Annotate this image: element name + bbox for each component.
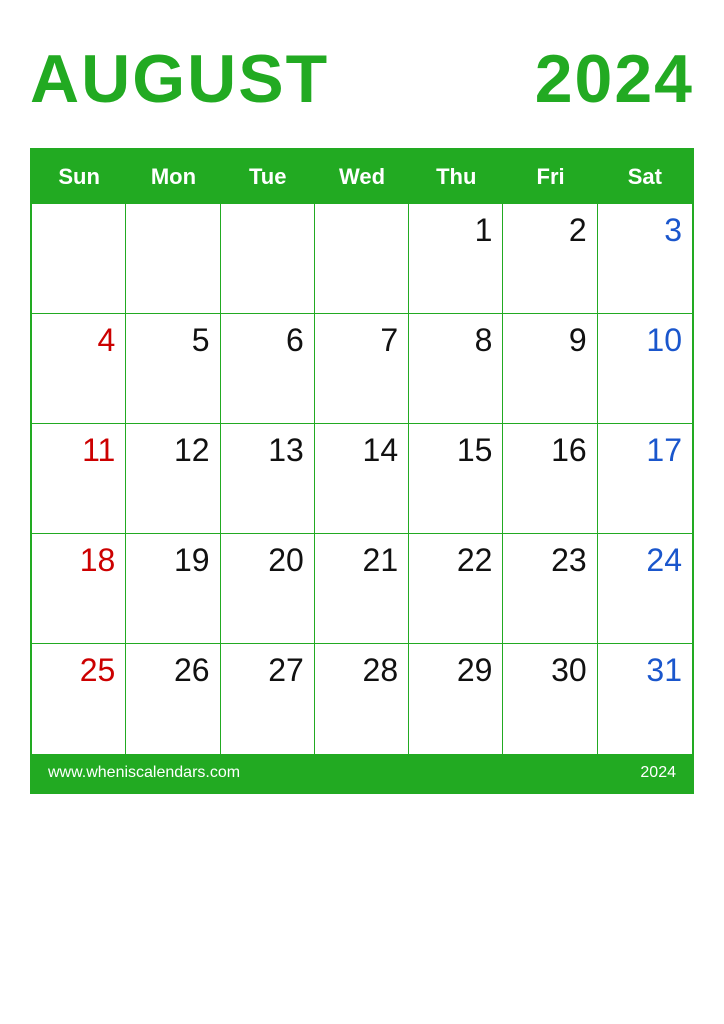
day-number: 3 [664,212,682,249]
day-number: 2 [569,212,587,249]
day-number: 16 [551,432,587,469]
footer-url: www.wheniscalendars.com [48,764,240,782]
day-cell: 19 [126,534,220,644]
day-number: 30 [551,652,587,689]
calendar-header: AUGUST 2024 [30,40,694,118]
day-number: 1 [475,212,493,249]
day-cell: 28 [315,644,409,754]
day-number: 27 [268,652,304,689]
year-title: 2024 [535,40,694,118]
day-cell: 16 [503,424,597,534]
day-cell: 8 [409,314,503,424]
day-number: 31 [646,652,682,689]
day-cell: 12 [126,424,220,534]
day-cell: 7 [315,314,409,424]
day-number: 4 [97,322,115,359]
day-number: 17 [646,432,682,469]
day-cell: 2 [503,204,597,314]
weekday-header-fri: Fri [503,150,597,204]
month-title: AUGUST [30,40,329,118]
weekday-header-thu: Thu [409,150,503,204]
day-number: 26 [174,652,210,689]
calendar-footer: www.wheniscalendars.com 2024 [32,754,692,792]
day-number: 23 [551,542,587,579]
day-number: 9 [569,322,587,359]
day-number: 10 [646,322,682,359]
day-number: 11 [82,432,115,469]
day-number: 22 [457,542,493,579]
day-number: 12 [174,432,210,469]
day-cell: 14 [315,424,409,534]
day-cell [315,204,409,314]
day-cell: 4 [32,314,126,424]
weekday-header-mon: Mon [126,150,220,204]
day-cell: 27 [221,644,315,754]
day-cell: 26 [126,644,220,754]
footer-year: 2024 [640,764,676,782]
calendar-grid: SunMonTueWedThuFriSat 123456789101112131… [30,148,694,794]
day-cell [32,204,126,314]
day-cell: 21 [315,534,409,644]
day-cell: 17 [598,424,692,534]
day-number: 15 [457,432,493,469]
days-of-week-header: SunMonTueWedThuFriSat [32,150,692,204]
weekday-header-wed: Wed [315,150,409,204]
weekday-header-sun: Sun [32,150,126,204]
day-number: 25 [80,652,116,689]
day-number: 20 [268,542,304,579]
day-cell: 20 [221,534,315,644]
day-cell: 1 [409,204,503,314]
day-number: 19 [174,542,210,579]
day-cell: 30 [503,644,597,754]
calendar-body: 1234567891011121314151617181920212223242… [32,204,692,754]
day-cell: 3 [598,204,692,314]
day-cell: 10 [598,314,692,424]
day-cell: 22 [409,534,503,644]
day-number: 28 [363,652,399,689]
weekday-header-tue: Tue [221,150,315,204]
day-cell: 23 [503,534,597,644]
day-number: 6 [286,322,304,359]
day-cell [126,204,220,314]
day-cell: 11 [32,424,126,534]
day-cell: 9 [503,314,597,424]
day-number: 8 [475,322,493,359]
day-number: 7 [380,322,398,359]
day-number: 14 [363,432,399,469]
day-cell: 24 [598,534,692,644]
day-cell: 13 [221,424,315,534]
day-number: 21 [363,542,399,579]
weekday-header-sat: Sat [598,150,692,204]
day-cell: 25 [32,644,126,754]
day-cell: 29 [409,644,503,754]
day-cell: 6 [221,314,315,424]
day-number: 13 [268,432,304,469]
day-number: 5 [192,322,210,359]
day-cell: 18 [32,534,126,644]
day-cell: 31 [598,644,692,754]
day-number: 24 [646,542,682,579]
day-number: 18 [80,542,116,579]
day-cell [221,204,315,314]
day-cell: 15 [409,424,503,534]
day-number: 29 [457,652,493,689]
day-cell: 5 [126,314,220,424]
